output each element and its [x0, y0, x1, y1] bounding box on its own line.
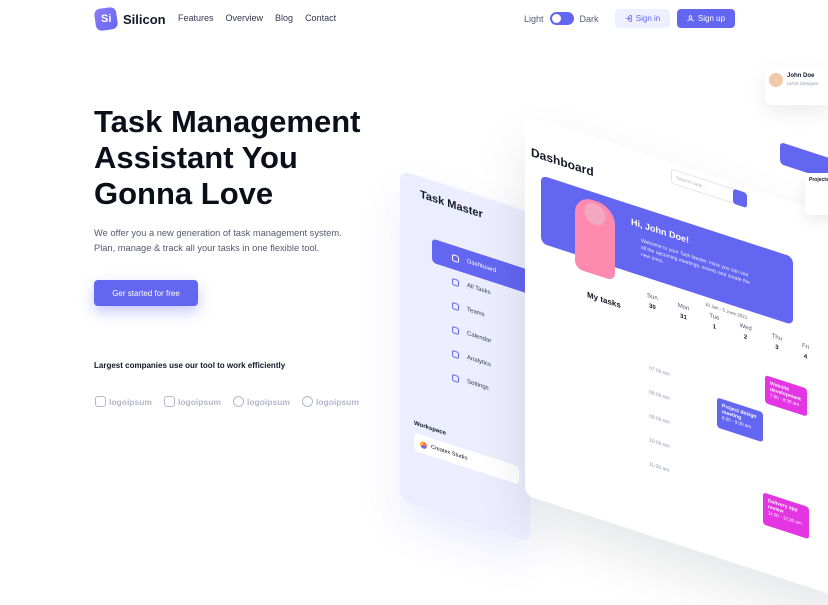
calendar-icon [452, 325, 459, 335]
hero-title-line: Gonna Love [94, 176, 274, 211]
character-illustration [575, 194, 615, 282]
calendar-day: Tue 1 [709, 312, 720, 332]
nav-link-blog[interactable]: Blog [275, 13, 293, 23]
my-tasks-title: My tasks [587, 290, 621, 311]
partner-logo: logoipsum [163, 396, 221, 407]
search-icon[interactable] [733, 188, 747, 209]
nav-link-features[interactable]: Features [178, 13, 214, 23]
mock-sidebar: Task Master Dashboard All Tasks Teams Ca… [400, 170, 542, 543]
signin-label: Sign in [635, 14, 661, 23]
signin-icon [625, 15, 632, 22]
avatar [769, 73, 783, 87]
logoipsum-icon [163, 396, 175, 407]
partner-logo: logoipsum [301, 396, 359, 407]
gear-icon [452, 373, 459, 383]
signup-label: Sign up [697, 14, 726, 23]
users-icon [452, 301, 459, 311]
hero-subtitle-line: Plan, manage & track all your tasks in o… [94, 243, 320, 253]
user-icon [687, 15, 694, 22]
brand-name: Silicon [123, 11, 166, 27]
theme-toggle[interactable] [549, 12, 574, 25]
logoipsum-icon [232, 396, 244, 407]
mock-main-panel: Dashboard Search task... Hi, John Doe! W… [525, 115, 828, 605]
grid-icon [452, 253, 459, 263]
theme-dark-label: Dark [579, 13, 599, 24]
partner-logos: logoipsum logoipsum logoipsum logoipsum [95, 396, 359, 407]
brand-logo[interactable]: Si Silicon [93, 6, 166, 32]
signup-button[interactable]: Sign up [677, 9, 735, 28]
hero-title: Task Management Assistant You Gonna Love [94, 104, 394, 212]
task-card[interactable]: Project design meeting 8:30 - 9:30 am [717, 397, 763, 443]
companies-caption: Largest companies use our tool to work e… [94, 361, 286, 370]
nav-link-overview[interactable]: Overview [226, 13, 264, 23]
mock-app-name: Task Master [420, 188, 483, 221]
workspace-value: Createx Studio [431, 444, 468, 462]
time-column: 07:00 am 08:00 am 09:00 am 10:00 am 11:0… [649, 365, 670, 492]
user-card[interactable]: John Doe UI/UX Designer [765, 65, 828, 105]
mock-search-input[interactable]: Search task... [671, 168, 737, 205]
theme-switcher: Light Dark [524, 12, 599, 25]
greeting: Hi, John Doe! [631, 216, 689, 246]
hero-subtitle: We offer you a new generation of task ma… [94, 226, 354, 256]
signin-button[interactable]: Sign in [615, 9, 670, 28]
hero-title-line: Task Management [94, 104, 361, 139]
hero-title-line: Assistant You [94, 140, 298, 175]
partner-logo: logoipsum [95, 396, 152, 407]
task-card[interactable]: Delivery app review 11:00 - 12:30 am [763, 492, 809, 540]
logoipsum-icon [95, 396, 106, 407]
calendar-day: Mon 31 [677, 302, 690, 322]
calendar-day: Fri 4 [802, 343, 810, 361]
theme-light-label: Light [524, 13, 544, 24]
task-card[interactable]: Website development 7:00 - 8:30 am [765, 374, 807, 417]
nav-link-contact[interactable]: Contact [305, 13, 336, 23]
main-nav: Features Overview Blog Contact [178, 13, 336, 23]
tasks-icon [452, 277, 459, 287]
calendar-day: Sun 30 [647, 292, 658, 312]
calendar-day: Thu 3 [771, 333, 783, 352]
brand-mark-icon: Si [93, 6, 119, 32]
workspace-selector[interactable]: Workspace Createx Studio [414, 421, 519, 499]
user-role: UI/UX Designer [787, 81, 819, 86]
logoipsum-icon [301, 396, 313, 407]
mock-dashboard-title: Dashboard [531, 144, 594, 180]
project-card: Projects [805, 173, 828, 215]
user-name: John Doe [787, 73, 815, 79]
partner-logo: logoipsum [232, 396, 290, 407]
dashboard-mockup: Task Master Dashboard All Tasks Teams Ca… [400, 55, 828, 605]
greeting-text: Welcome to your Task Master. Here you ca… [641, 237, 750, 287]
calendar-day: Wed 2 [739, 322, 752, 342]
site-header: Si Silicon Features Overview Blog Contac… [0, 0, 828, 38]
get-started-button[interactable]: Ger started for free [94, 280, 198, 306]
hero-subtitle-line: We offer you a new generation of task ma… [94, 228, 342, 238]
chart-icon [452, 349, 459, 359]
workspace-logo-icon [420, 439, 427, 450]
